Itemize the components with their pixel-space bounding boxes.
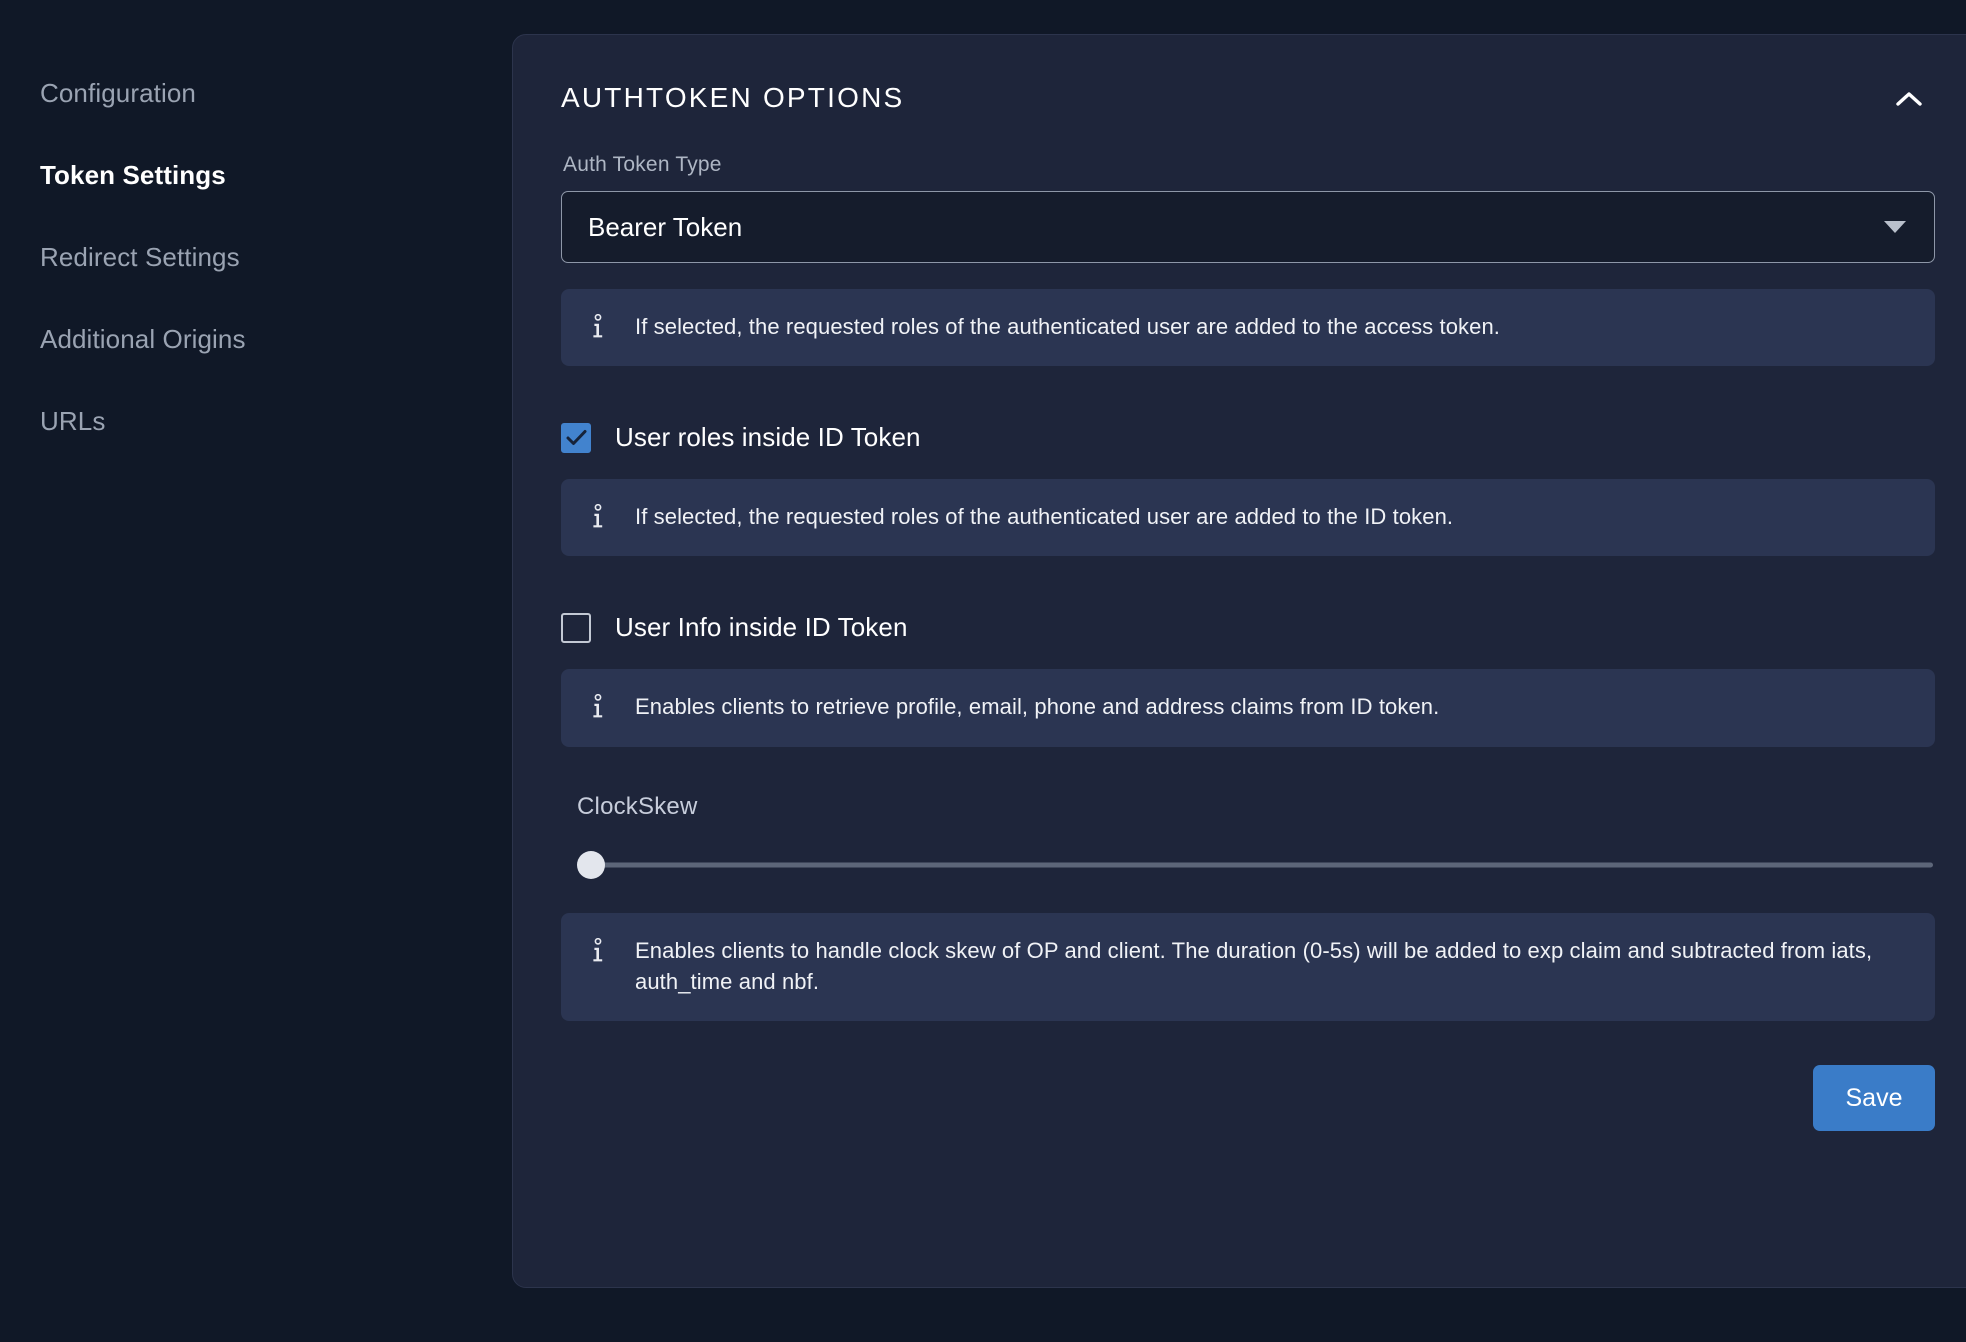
sidebar-item-label: Redirect Settings [40,242,240,272]
sidebar-item-configuration[interactable]: Configuration [0,52,512,134]
slider-thumb[interactable] [577,851,605,879]
clock-skew-slider[interactable] [577,843,1933,887]
panel-title: AUTHTOKEN OPTIONS [561,82,904,114]
sidebar-item-redirect-settings[interactable]: Redirect Settings [0,216,512,298]
user-roles-id-token-info-banner: If selected, the requested roles of the … [561,479,1935,556]
save-button[interactable]: Save [1813,1065,1935,1131]
main-content: AUTHTOKEN OPTIONS Auth Token Type Bearer… [512,0,1966,1342]
clock-skew-info-text: Enables clients to handle clock skew of … [635,935,1909,997]
info-icon [587,504,609,530]
auth-token-type-value: Bearer Token [588,212,742,243]
user-info-id-token-label: User Info inside ID Token [615,612,908,643]
sidebar-nav: Configuration Token Settings Redirect Se… [0,0,512,1342]
authtoken-options-panel: AUTHTOKEN OPTIONS Auth Token Type Bearer… [512,34,1966,1288]
sidebar-item-label: URLs [40,406,105,436]
sidebar-item-label: Additional Origins [40,324,246,354]
auth-token-type-label: Auth Token Type [563,153,1935,177]
chevron-down-icon [1884,221,1906,233]
access-token-info-text: If selected, the requested roles of the … [635,311,1500,342]
settings-page: Configuration Token Settings Redirect Se… [0,0,1966,1342]
sidebar-item-additional-origins[interactable]: Additional Origins [0,298,512,380]
sidebar-item-urls[interactable]: URLs [0,380,512,462]
panel-header: AUTHTOKEN OPTIONS [561,35,1935,153]
info-icon [587,694,609,720]
clock-skew-label: ClockSkew [577,793,1935,821]
slider-track [585,862,1933,867]
user-info-id-token-info-banner: Enables clients to retrieve profile, ema… [561,669,1935,746]
sidebar-item-label: Configuration [40,78,196,108]
sidebar-item-token-settings[interactable]: Token Settings [0,134,512,216]
auth-token-type-field: Auth Token Type Bearer Token [561,153,1935,263]
clock-skew-info-banner: Enables clients to handle clock skew of … [561,913,1935,1021]
info-icon [587,314,609,340]
info-icon [587,938,609,964]
sidebar-item-label: Token Settings [40,160,226,190]
checkmark-icon [566,429,587,446]
user-roles-id-token-info-text: If selected, the requested roles of the … [635,501,1453,532]
user-roles-id-token-checkbox-row[interactable]: User roles inside ID Token [561,422,921,453]
access-token-info-banner: If selected, the requested roles of the … [561,289,1935,366]
user-roles-id-token-label: User roles inside ID Token [615,422,921,453]
user-info-id-token-info-text: Enables clients to retrieve profile, ema… [635,691,1439,722]
user-info-id-token-checkbox[interactable] [561,613,591,643]
chevron-up-icon [1896,91,1922,106]
user-info-id-token-checkbox-row[interactable]: User Info inside ID Token [561,612,908,643]
auth-token-type-select[interactable]: Bearer Token [561,191,1935,263]
panel-footer: Save [561,1065,1935,1131]
panel-collapse-button[interactable] [1883,72,1935,124]
user-roles-id-token-checkbox[interactable] [561,423,591,453]
